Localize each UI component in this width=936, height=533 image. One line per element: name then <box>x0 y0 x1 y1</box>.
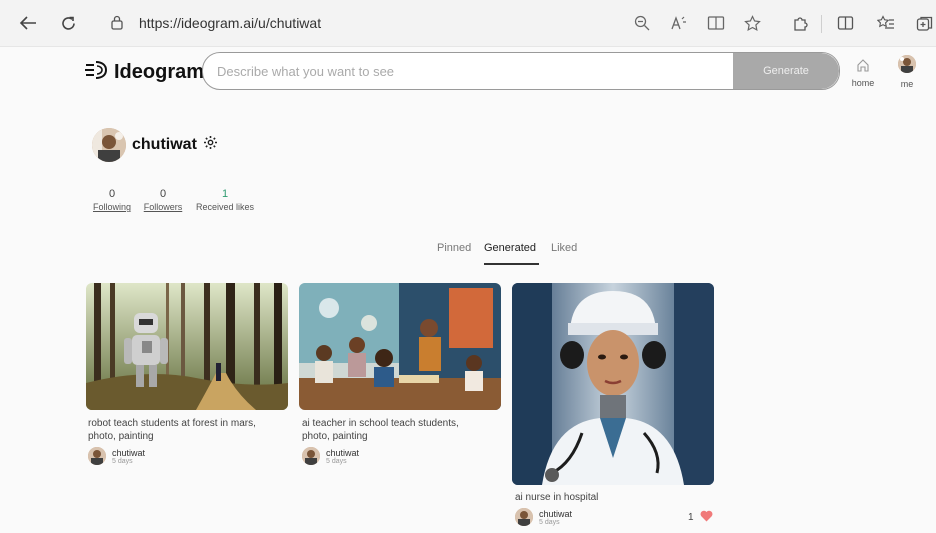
reload-icon[interactable] <box>58 13 78 33</box>
prompt-input[interactable] <box>215 53 719 89</box>
generated-image-robot-forest[interactable] <box>86 283 288 410</box>
favorite-star-icon[interactable] <box>741 12 763 34</box>
generate-button[interactable]: Generate <box>733 53 839 89</box>
back-arrow-icon[interactable] <box>18 13 38 33</box>
profile-username: chutiwat <box>132 136 197 153</box>
home-icon <box>856 59 870 76</box>
zoom-out-icon[interactable] <box>631 12 653 34</box>
received-likes-label: Received likes <box>195 202 255 212</box>
logo-text: Ideogram <box>114 61 205 83</box>
url-text[interactable]: https://ideogram.ai/u/chutiwat <box>139 15 321 31</box>
followers-count: 0 <box>159 188 167 200</box>
extensions-icon[interactable] <box>789 12 811 34</box>
prompt-search-bar: Generate <box>202 52 840 90</box>
profile-header: chutiwat <box>92 128 218 162</box>
card-author[interactable]: chutiwat 5 days <box>302 447 359 465</box>
card-title-ai-teacher: ai teacher in school teach students, pho… <box>302 417 502 443</box>
author-avatar <box>302 447 320 465</box>
card-title-ai-nurse: ai nurse in hospital <box>515 491 715 504</box>
nav-home-label: home <box>851 78 875 88</box>
like-count: 1 <box>688 512 694 523</box>
received-likes-count: 1 <box>221 188 229 200</box>
author-name[interactable]: chutiwat <box>326 448 359 458</box>
card-author[interactable]: chutiwat 5 days <box>88 447 145 465</box>
read-aloud-icon[interactable] <box>668 12 690 34</box>
browser-toolbar: https://ideogram.ai/u/chutiwat <box>0 0 936 47</box>
address-bar[interactable]: https://ideogram.ai/u/chutiwat <box>96 8 626 38</box>
split-screen-icon[interactable] <box>834 12 856 34</box>
ideogram-logo[interactable]: Ideogram <box>84 59 204 86</box>
post-time: 5 days <box>326 457 347 465</box>
author-avatar <box>515 508 533 526</box>
nav-home[interactable]: home <box>848 58 878 88</box>
received-likes-stat: 1 Received likes <box>194 188 256 212</box>
author-avatar <box>88 447 106 465</box>
following-count: 0 <box>108 188 116 200</box>
following-stat[interactable]: 0 Following <box>91 188 133 212</box>
generated-image-ai-nurse[interactable] <box>512 283 714 485</box>
favorites-list-icon[interactable] <box>875 12 897 34</box>
card-title-line: robot teach students at forest in mars, <box>88 418 256 429</box>
card-author[interactable]: chutiwat 5 days <box>515 508 572 526</box>
card-title-line: photo, painting <box>302 431 368 442</box>
nav-me-label: me <box>900 79 914 89</box>
tab-liked[interactable]: Liked <box>551 242 577 254</box>
lock-icon[interactable] <box>110 15 124 30</box>
card-title-line: ai teacher in school teach students, <box>302 418 459 429</box>
avatar <box>898 55 916 73</box>
post-time: 5 days <box>539 518 560 526</box>
card-title-robot-forest: robot teach students at forest in mars, … <box>88 417 288 443</box>
heart-icon[interactable] <box>700 510 713 525</box>
following-label[interactable]: Following <box>91 202 133 212</box>
like-control[interactable]: 1 <box>688 510 713 525</box>
collections-icon[interactable] <box>914 12 936 34</box>
nav-me[interactable]: me <box>894 55 920 89</box>
ideogram-logo-icon <box>84 59 108 86</box>
followers-label[interactable]: Followers <box>142 202 184 212</box>
settings-gear-icon[interactable] <box>203 135 218 155</box>
generated-image-ai-teacher[interactable] <box>299 283 501 410</box>
active-tab-indicator <box>484 263 539 265</box>
card-title-line: photo, painting <box>88 431 154 442</box>
card-title-line: ai nurse in hospital <box>515 492 599 503</box>
profile-avatar <box>92 128 126 162</box>
tab-generated[interactable]: Generated <box>484 242 536 254</box>
tab-pinned[interactable]: Pinned <box>437 242 471 254</box>
author-name[interactable]: chutiwat <box>539 509 572 519</box>
immersive-reader-icon[interactable] <box>705 12 727 34</box>
post-time: 5 days <box>112 457 133 465</box>
followers-stat[interactable]: 0 Followers <box>142 188 184 212</box>
toolbar-separator <box>821 15 822 33</box>
author-name[interactable]: chutiwat <box>112 448 145 458</box>
